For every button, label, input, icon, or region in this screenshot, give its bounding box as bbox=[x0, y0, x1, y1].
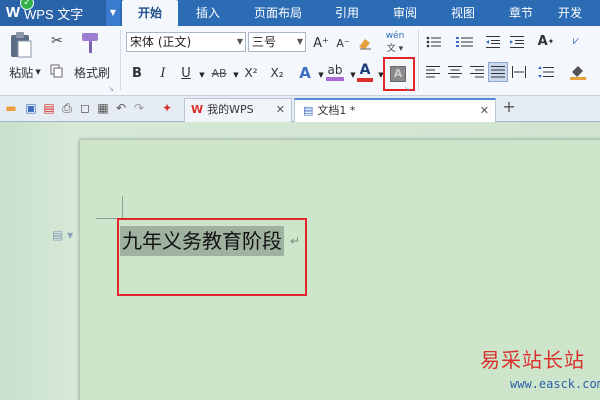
change-case-icon[interactable]: A ✦ bbox=[534, 32, 558, 50]
tab-label: 文档1 * bbox=[317, 104, 356, 117]
paragraph-shading-icon[interactable] bbox=[566, 62, 590, 82]
shrink-font-button[interactable]: A⁻ bbox=[334, 34, 352, 52]
format-painter-icon[interactable] bbox=[78, 30, 102, 56]
paste-label: 粘贴 bbox=[9, 65, 34, 80]
tab-review[interactable]: 审阅 bbox=[376, 0, 434, 26]
document-tab-bar: ▬ ▣ ▤ ⎙ ◻ ▦ ↶ ↷ ✦ W 我的WPS ✕ ▤ 文档1 * ✕ + bbox=[0, 96, 600, 122]
chevron-down-icon: ▼ bbox=[35, 68, 41, 76]
font-color-swatch bbox=[357, 78, 373, 82]
pinyin-glyph: 文 ▾ bbox=[386, 43, 404, 54]
tab-label: 我的WPS bbox=[207, 103, 254, 116]
annotation-highlight-box bbox=[117, 218, 307, 296]
highlight-button[interactable]: ab bbox=[324, 62, 346, 82]
font-name-value: 宋体 (正文) bbox=[130, 35, 192, 49]
close-icon[interactable]: ✕ bbox=[276, 99, 285, 121]
decrease-indent-icon[interactable] bbox=[484, 34, 502, 50]
document-workspace: ▤ ▾ 九年义务教育阶段 ↵ 易采站长站 www.easck.com bbox=[0, 122, 600, 400]
tab-developer[interactable]: 开发 bbox=[550, 0, 590, 26]
open-folder-icon[interactable]: ▬ bbox=[4, 101, 18, 115]
redo-icon[interactable]: ↷ bbox=[132, 101, 146, 115]
chevron-down-icon[interactable]: ▼ bbox=[195, 68, 209, 82]
distributed-align-icon[interactable] bbox=[510, 64, 528, 80]
bullet-list-icon[interactable] bbox=[424, 34, 444, 50]
tab-page-layout[interactable]: 页面布局 bbox=[238, 0, 318, 26]
line-spacing-icon[interactable] bbox=[536, 64, 556, 80]
print-icon[interactable]: ⎙ bbox=[60, 101, 74, 115]
close-icon[interactable]: ✕ bbox=[480, 100, 489, 122]
undo-icon[interactable]: ↶ bbox=[114, 101, 128, 115]
wps-logo-icon: W bbox=[5, 4, 21, 21]
underline-button[interactable]: U bbox=[178, 64, 194, 82]
chevron-down-icon: ▼ bbox=[296, 37, 303, 46]
align-left-icon[interactable] bbox=[424, 64, 442, 80]
paste-button[interactable] bbox=[6, 30, 36, 60]
font-name-select[interactable]: 宋体 (正文) ▼ bbox=[126, 32, 246, 52]
tab-section[interactable]: 章节 bbox=[492, 0, 550, 26]
clear-format-icon[interactable] bbox=[356, 34, 374, 52]
chevron-down-icon: ▼ bbox=[236, 37, 243, 46]
bold-button[interactable]: B bbox=[128, 64, 146, 82]
tab-document1[interactable]: ▤ 文档1 * ✕ bbox=[294, 98, 496, 122]
font-color-label: A bbox=[359, 62, 371, 78]
font-color-button[interactable]: A bbox=[356, 62, 374, 82]
clipboard-icon bbox=[11, 32, 32, 58]
align-center-icon[interactable] bbox=[446, 64, 464, 80]
add-tab-button[interactable]: + bbox=[502, 99, 516, 115]
export-pdf-icon[interactable]: ▤ bbox=[42, 101, 56, 115]
italic-button[interactable]: I bbox=[154, 64, 172, 82]
wps-icon: W bbox=[191, 103, 204, 116]
tab-view[interactable]: 视图 bbox=[434, 0, 492, 26]
paragraph-handle-icon[interactable]: ▤ ▾ bbox=[52, 228, 73, 242]
highlight-color-swatch bbox=[326, 77, 344, 81]
strikethrough-button[interactable]: AB bbox=[208, 64, 230, 82]
document-icon: ▤ bbox=[303, 104, 314, 117]
increase-indent-icon[interactable] bbox=[508, 34, 526, 50]
font-size-select[interactable]: 三号 ▼ bbox=[248, 32, 306, 52]
text-effect-button[interactable]: A bbox=[296, 64, 314, 82]
numbered-list-icon[interactable] bbox=[454, 34, 476, 50]
justify-icon[interactable] bbox=[488, 62, 508, 82]
app-menu-button[interactable]: W ✓ WPS 文字 ▼ bbox=[0, 0, 120, 26]
chinese-layout-icon[interactable]: ⩗ bbox=[566, 32, 586, 50]
margin-guide bbox=[122, 196, 123, 218]
align-right-icon[interactable] bbox=[468, 64, 486, 80]
menu-tabs: 开始 插入 页面布局 引用 审阅 视图 章节 开发 bbox=[122, 0, 590, 26]
paste-label-button[interactable]: 粘贴 ▼ bbox=[4, 64, 46, 80]
highlight-label: ab bbox=[327, 63, 343, 77]
format-painter-button[interactable]: 格式刷 bbox=[72, 64, 112, 80]
tab-home[interactable]: 开始 bbox=[122, 0, 178, 26]
print-preview-icon[interactable]: ◻ bbox=[78, 101, 92, 115]
menu-bar: W ✓ WPS 文字 ▼ 开始 插入 页面布局 引用 审阅 视图 章节 开发 bbox=[0, 0, 600, 26]
font-size-value: 三号 bbox=[252, 35, 277, 49]
divider bbox=[120, 30, 121, 90]
tab-my-wps[interactable]: W 我的WPS ✕ bbox=[184, 98, 292, 122]
pinyin-label: wén bbox=[385, 30, 405, 41]
dialog-launcher-icon[interactable]: ↘ bbox=[104, 82, 118, 96]
tab-insert[interactable]: 插入 bbox=[178, 0, 238, 26]
customize-toolbar-icon[interactable]: ✦ bbox=[160, 101, 174, 115]
site-watermark: 易采站长站 www.easck.com bbox=[480, 344, 600, 391]
spell-check-icon[interactable]: ▦ bbox=[96, 101, 110, 115]
copy-icon[interactable] bbox=[48, 62, 66, 80]
chevron-down-icon[interactable]: ▼ bbox=[106, 0, 120, 26]
save-icon[interactable]: ▣ bbox=[24, 101, 38, 115]
ribbon-toolbar: 粘贴 ▼ ✂ 格式刷 ↘ 宋体 (正文) ▼ 三号 ▼ A⁺ A⁻ wén 文 ▾… bbox=[0, 26, 600, 96]
pinyin-guide-button[interactable]: wén 文 ▾ bbox=[380, 28, 410, 56]
subscript-button[interactable]: X₂ bbox=[266, 64, 288, 82]
superscript-button[interactable]: X² bbox=[240, 64, 262, 82]
tab-references[interactable]: 引用 bbox=[318, 0, 376, 26]
dialog-launcher-icon[interactable]: ↘ bbox=[400, 82, 414, 96]
cut-icon[interactable]: ✂ bbox=[48, 32, 66, 50]
divider bbox=[418, 30, 419, 90]
watermark-title: 易采站长站 bbox=[480, 348, 585, 372]
grow-font-button[interactable]: A⁺ bbox=[312, 34, 330, 52]
watermark-url: www.easck.com bbox=[510, 377, 600, 391]
